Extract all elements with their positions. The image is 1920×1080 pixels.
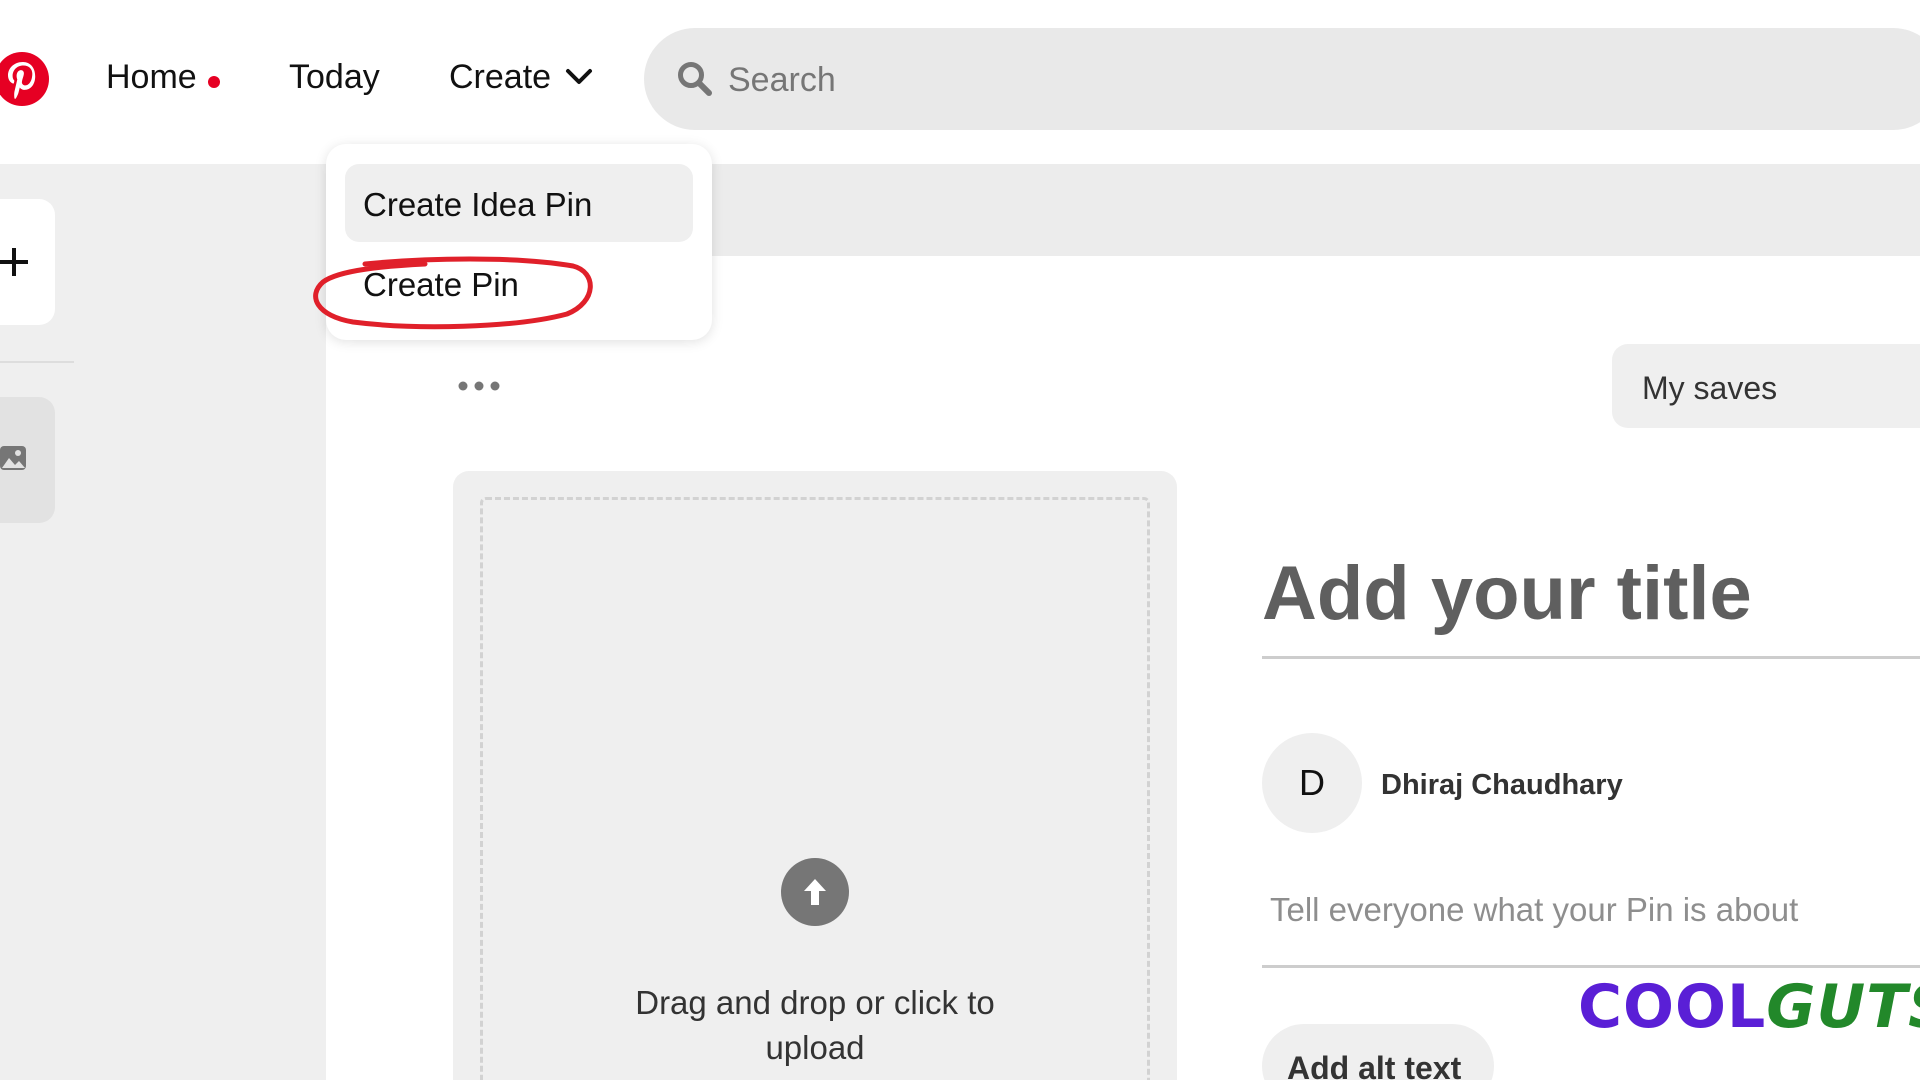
nav-home[interactable]: Home — [106, 58, 197, 97]
search-input[interactable]: Search — [728, 61, 836, 100]
pin-title-input[interactable]: Add your title — [1262, 550, 1752, 637]
pinterest-logo-icon[interactable] — [0, 51, 50, 107]
title-underline — [1262, 656, 1920, 659]
highlight-annotation-circle — [313, 256, 593, 330]
upload-prompt: Drag and drop or click to upload — [600, 980, 1030, 1070]
nav-create[interactable]: Create — [449, 58, 551, 97]
chevron-down-icon[interactable] — [564, 66, 594, 88]
user-name: Dhiraj Chaudhary — [1381, 769, 1623, 801]
avatar: D — [1262, 733, 1362, 833]
menu-item-create-idea-pin-label[interactable]: Create Idea Pin — [363, 186, 592, 224]
upload-arrow-icon[interactable] — [780, 857, 850, 927]
image-icon — [0, 446, 26, 470]
notification-dot — [208, 76, 220, 88]
pin-description-input[interactable]: Tell everyone what your Pin is about — [1270, 891, 1798, 929]
upload-prompt-line2: upload — [765, 1029, 865, 1066]
search-icon — [678, 62, 712, 96]
rail-divider — [0, 361, 74, 363]
coolguts-watermark: COOLGUTS — [1578, 972, 1920, 1042]
add-alt-text-label: Add alt text — [1287, 1050, 1462, 1080]
board-select-value: My saves — [1642, 370, 1778, 406]
upload-prompt-line1: Drag and drop or click to — [635, 984, 995, 1021]
avatar-initial: D — [1299, 762, 1325, 803]
watermark-part2: GUTS — [1766, 972, 1920, 1042]
plus-icon — [0, 248, 28, 276]
watermark-part1: COOL — [1578, 972, 1767, 1042]
nav-today[interactable]: Today — [289, 58, 380, 97]
description-underline — [1262, 965, 1920, 968]
more-dots-icon[interactable] — [457, 380, 501, 392]
